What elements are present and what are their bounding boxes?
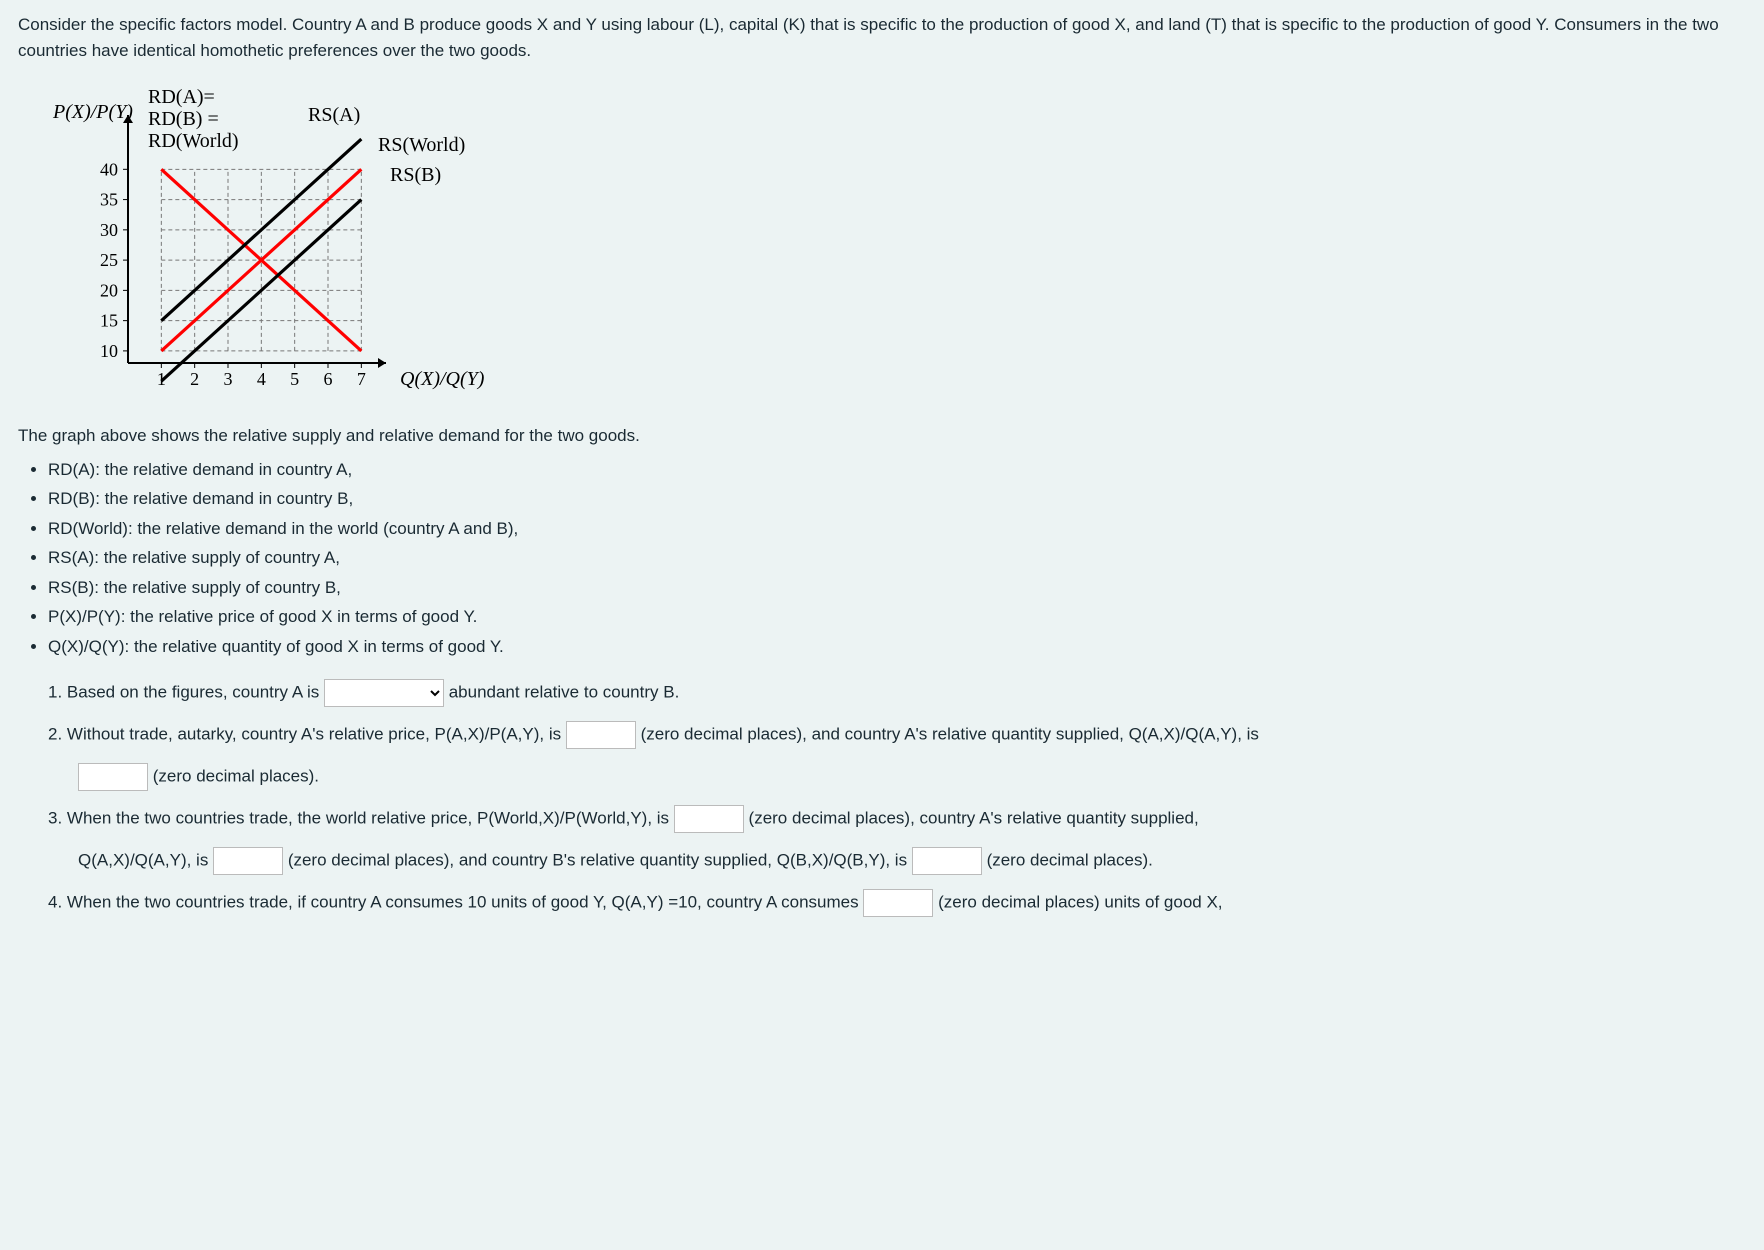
- svg-text:20: 20: [100, 280, 118, 300]
- q2-mid: (zero decimal places), and country A's r…: [641, 724, 1259, 743]
- q3-pre: 3. When the two countries trade, the wor…: [48, 808, 669, 827]
- def-item: RD(World): the relative demand in the wo…: [48, 516, 1746, 542]
- question-1: 1. Based on the figures, country A is ab…: [48, 679, 1746, 707]
- svg-text:30: 30: [100, 220, 118, 240]
- q4-tail: (zero decimal places) units of good X,: [938, 892, 1222, 911]
- def-item: P(X)/P(Y): the relative price of good X …: [48, 604, 1746, 630]
- q4-pre: 4. When the two countries trade, if coun…: [48, 892, 859, 911]
- q1-dropdown[interactable]: [324, 679, 444, 707]
- chart: 123456710152025303540P(X)/P(Y)Q(X)/Q(Y)R…: [18, 73, 1746, 403]
- svg-text:40: 40: [100, 159, 118, 179]
- svg-text:RS(B): RS(B): [390, 164, 441, 186]
- svg-text:5: 5: [290, 369, 299, 389]
- svg-text:10: 10: [100, 341, 118, 361]
- svg-text:RD(B) =: RD(B) =: [148, 108, 219, 130]
- svg-text:3: 3: [224, 369, 233, 389]
- svg-text:Q(X)/Q(Y): Q(X)/Q(Y): [400, 368, 485, 390]
- q3-mid2: (zero decimal places), and country B's r…: [288, 850, 907, 869]
- def-item: RD(A): the relative demand in country A,: [48, 457, 1746, 483]
- svg-text:RS(A): RS(A): [308, 104, 360, 126]
- svg-text:2: 2: [190, 369, 199, 389]
- q2-input-price[interactable]: [566, 721, 636, 749]
- q2-tail: (zero decimal places).: [153, 766, 319, 785]
- intro-text: Consider the specific factors model. Cou…: [18, 12, 1746, 63]
- question-2: 2. Without trade, autarky, country A's r…: [48, 721, 1746, 749]
- q3-input-worldprice[interactable]: [674, 805, 744, 833]
- svg-text:35: 35: [100, 190, 118, 210]
- question-3-cont: Q(A,X)/Q(A,Y), is (zero decimal places),…: [78, 847, 1746, 875]
- def-item: RS(A): the relative supply of country A,: [48, 545, 1746, 571]
- question-2-cont: (zero decimal places).: [78, 763, 1746, 791]
- q1-post: abundant relative to country B.: [449, 682, 680, 701]
- def-item: RS(B): the relative supply of country B,: [48, 575, 1746, 601]
- svg-text:25: 25: [100, 250, 118, 270]
- q2-input-qty[interactable]: [78, 763, 148, 791]
- question-3: 3. When the two countries trade, the wor…: [48, 805, 1746, 833]
- q3-mid1: (zero decimal places), country A's relat…: [749, 808, 1199, 827]
- q3-input-qa[interactable]: [213, 847, 283, 875]
- q4-input[interactable]: [863, 889, 933, 917]
- q3-input-qb[interactable]: [912, 847, 982, 875]
- question-4: 4. When the two countries trade, if coun…: [48, 889, 1746, 917]
- q2-pre: 2. Without trade, autarky, country A's r…: [48, 724, 561, 743]
- svg-text:6: 6: [324, 369, 333, 389]
- definitions-list: RD(A): the relative demand in country A,…: [18, 457, 1746, 660]
- svg-text:P(X)/P(Y): P(X)/P(Y): [52, 101, 133, 123]
- q1-pre: 1. Based on the figures, country A is: [48, 682, 319, 701]
- def-item: Q(X)/Q(Y): the relative quantity of good…: [48, 634, 1746, 660]
- svg-text:4: 4: [257, 369, 266, 389]
- q3-line2-pre: Q(A,X)/Q(A,Y), is: [78, 850, 208, 869]
- svg-text:RD(A)=: RD(A)=: [148, 86, 215, 108]
- svg-text:15: 15: [100, 311, 118, 331]
- svg-text:RS(World): RS(World): [378, 134, 465, 156]
- def-item: RD(B): the relative demand in country B,: [48, 486, 1746, 512]
- svg-text:7: 7: [357, 369, 366, 389]
- q3-tail: (zero decimal places).: [987, 850, 1153, 869]
- chart-caption: The graph above shows the relative suppl…: [18, 423, 1746, 449]
- svg-text:RD(World): RD(World): [148, 130, 239, 152]
